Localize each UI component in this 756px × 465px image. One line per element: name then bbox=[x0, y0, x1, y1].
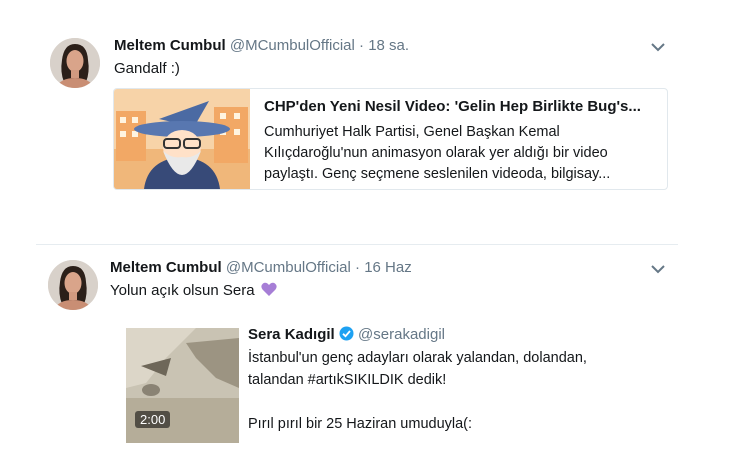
avatar-image bbox=[50, 38, 100, 88]
separator: · bbox=[355, 259, 361, 276]
tweet-1[interactable]: Meltem Cumbul @MCumbulOfficial · 18 sa. … bbox=[0, 0, 756, 245]
avatar[interactable] bbox=[48, 260, 98, 310]
timestamp[interactable]: 16 Haz bbox=[364, 259, 412, 276]
avatar[interactable] bbox=[50, 38, 100, 88]
quoted-text-line: İstanbul'un genç adayları olarak yalanda… bbox=[248, 350, 587, 366]
tweet-header: Meltem Cumbul @MCumbulOfficial · 18 sa. bbox=[114, 37, 409, 54]
chevron-down-icon[interactable] bbox=[649, 263, 667, 275]
timestamp[interactable]: 18 sa. bbox=[368, 37, 409, 54]
video-duration: 2:00 bbox=[135, 411, 171, 428]
username[interactable]: @MCumbulOfficial bbox=[226, 259, 351, 276]
tweet-2[interactable]: Meltem Cumbul @MCumbulOfficial · 16 Haz … bbox=[0, 245, 756, 465]
chevron-down-icon[interactable] bbox=[649, 41, 667, 53]
card-thumbnail-image bbox=[114, 89, 250, 189]
tweet-text-content: Yolun açık olsun Sera bbox=[110, 282, 255, 299]
card-description-line: paylaştı. Genç seçmene seslenilen videod… bbox=[264, 166, 611, 182]
quoted-text-line: Pırıl pırıl bir 25 Haziran umuduyla(: bbox=[248, 416, 473, 432]
link-card[interactable]: CHP'den Yeni Nesil Video: 'Gelin Hep Bir… bbox=[113, 88, 668, 190]
tweet-text: Yolun açık olsun Sera bbox=[110, 282, 277, 299]
tweet-text: Gandalf :) bbox=[114, 60, 180, 77]
avatar-image bbox=[48, 260, 98, 310]
display-name[interactable]: Meltem Cumbul bbox=[110, 259, 222, 276]
card-description-line: Kılıçdaroğlu'nun animasyon olarak yer al… bbox=[264, 145, 608, 161]
display-name[interactable]: Meltem Cumbul bbox=[114, 37, 226, 54]
card-description: Cumhuriyet Halk Partisi, Genel Başkan Ke… bbox=[264, 122, 610, 185]
tweet-header: Meltem Cumbul @MCumbulOfficial · 16 Haz bbox=[110, 259, 412, 276]
username[interactable]: @MCumbulOfficial bbox=[230, 37, 355, 54]
card-description-line: Cumhuriyet Halk Partisi, Genel Başkan Ke… bbox=[264, 124, 560, 140]
quoted-tweet[interactable]: 2:00 Sera Kadıgil @serakadigil İstanbul'… bbox=[120, 323, 660, 465]
verified-badge-icon bbox=[339, 326, 354, 341]
purple-heart-icon bbox=[261, 282, 277, 296]
quoted-username[interactable]: @serakadigil bbox=[358, 326, 445, 343]
separator: · bbox=[359, 37, 365, 54]
card-title[interactable]: CHP'den Yeni Nesil Video: 'Gelin Hep Bir… bbox=[264, 98, 641, 115]
quoted-display-name[interactable]: Sera Kadıgil bbox=[248, 326, 335, 343]
quoted-text-line: talandan #artıkSIKILDIK dedik! bbox=[248, 372, 447, 388]
quoted-tweet-header: Sera Kadıgil @serakadigil bbox=[248, 326, 445, 343]
